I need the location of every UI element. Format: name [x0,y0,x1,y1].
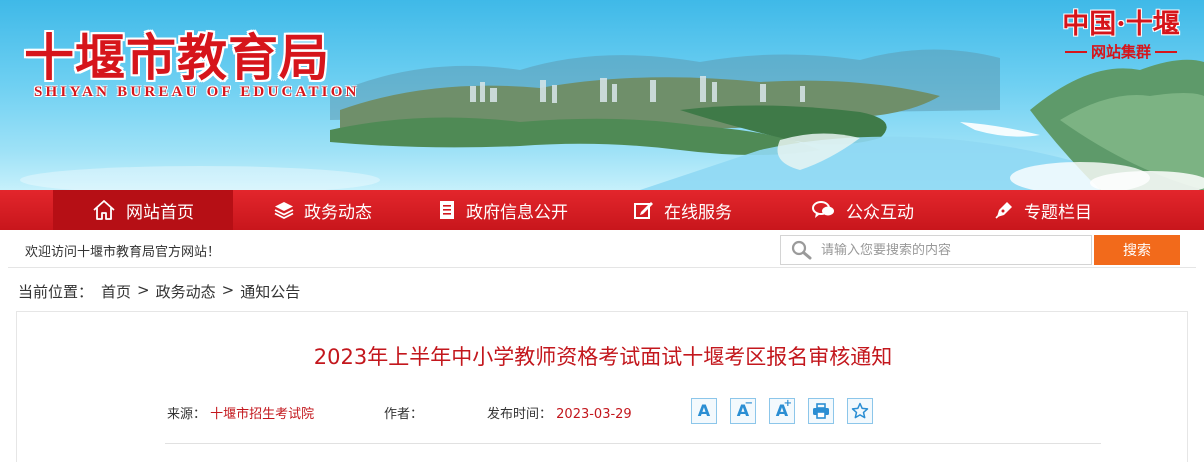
nav-item-label: 在线服务 [664,202,732,223]
author-label: 作者： [384,407,424,422]
group-logo-title: 中国·十堰 [1062,9,1180,40]
breadcrumb: 当前位置： 首页 > 政务动态 > 通知公告 [18,281,300,302]
breadcrumb-notices-link[interactable]: 通知公告 [240,281,300,302]
nav-item-online-service[interactable]: 在线服务 [593,190,773,230]
article-tools: A A − A + [691,398,873,424]
nav-item-label: 政务动态 [304,202,372,223]
font-increase-button[interactable]: A + [769,398,795,424]
breadcrumb-separator: > [137,281,150,299]
group-logo-caption: 网站集群 [1090,43,1151,61]
article-date: 发布时间： 2023-03-29 [487,403,632,422]
nav-item-special-topics[interactable]: 专题栏目 [953,190,1133,230]
logo-rule-left [1064,51,1087,53]
breadcrumb-news-link[interactable]: 政务动态 [156,281,216,302]
print-icon [813,403,829,419]
search-button[interactable]: 搜索 [1094,235,1180,265]
pen-icon [995,202,1012,219]
logo-rule-right [1155,51,1177,53]
nav-item-label: 专题栏目 [1024,202,1092,223]
nav-item-home[interactable]: 网站首页 [53,190,233,230]
nav-item-label: 政府信息公开 [466,202,568,223]
layers-icon [274,202,294,220]
date-label: 发布时间： [487,407,553,422]
font-default-button[interactable]: A [691,398,717,424]
welcome-bar: 欢迎访问十堰市教育局官方网站！ 搜索 [8,230,1196,268]
font-default-icon: A [697,401,711,420]
edit-icon [634,202,653,219]
increase-mark: + [783,398,792,409]
print-button[interactable] [808,398,834,424]
document-icon [440,201,454,219]
article-author: 作者： [384,403,423,422]
breadcrumb-home-link[interactable]: 首页 [101,281,131,302]
group-logo-caption-row: 网站集群 [1046,42,1196,62]
article-source: 来源： 十堰市招生考试院 [167,403,314,422]
article-container: 2023年上半年中小学教师资格考试面试十堰考区报名审核通知 来源： 十堰市招生考… [16,311,1188,462]
search-icon [791,240,812,260]
search-box[interactable] [780,235,1092,265]
nav-item-public-interaction[interactable]: 公众互动 [773,190,953,230]
welcome-message: 欢迎访问十堰市教育局官方网站！ [25,245,221,260]
nav-item-news[interactable]: 政务动态 [233,190,413,230]
site-banner: 十堰市教育局 SHIYAN BUREAU OF EDUCATION 中国·十堰 … [0,0,1204,190]
nav-item-info-disclosure[interactable]: 政府信息公开 [413,190,593,230]
favorite-star-icon [851,402,869,419]
search-input[interactable] [821,242,1081,258]
date-value: 2023-03-29 [556,407,632,422]
breadcrumb-separator: > [221,281,235,299]
meta-divider [165,443,1101,444]
site-subtitle: SHIYAN BUREAU OF EDUCATION [34,84,360,100]
source-label: 来源： [167,407,207,422]
chat-icon [812,201,834,218]
article-title: 2023年上半年中小学教师资格考试面试十堰考区报名审核通知 [313,345,893,369]
main-nav: 网站首页 政务动态 政府信息公开 在线服务 公众互动 专题栏目 [0,190,1204,230]
site-group-logo[interactable]: 中国·十堰 网站集群 [1046,8,1196,62]
decrease-mark: − [744,398,753,409]
home-icon [93,200,115,220]
favorite-button[interactable] [847,398,873,424]
font-decrease-button[interactable]: A − [730,398,756,424]
nav-item-label: 公众互动 [846,202,914,223]
breadcrumb-label: 当前位置： [18,283,94,301]
source-value: 十堰市招生考试院 [210,407,315,422]
nav-item-label: 网站首页 [126,202,194,223]
site-title: 十堰市教育局 [24,28,330,87]
